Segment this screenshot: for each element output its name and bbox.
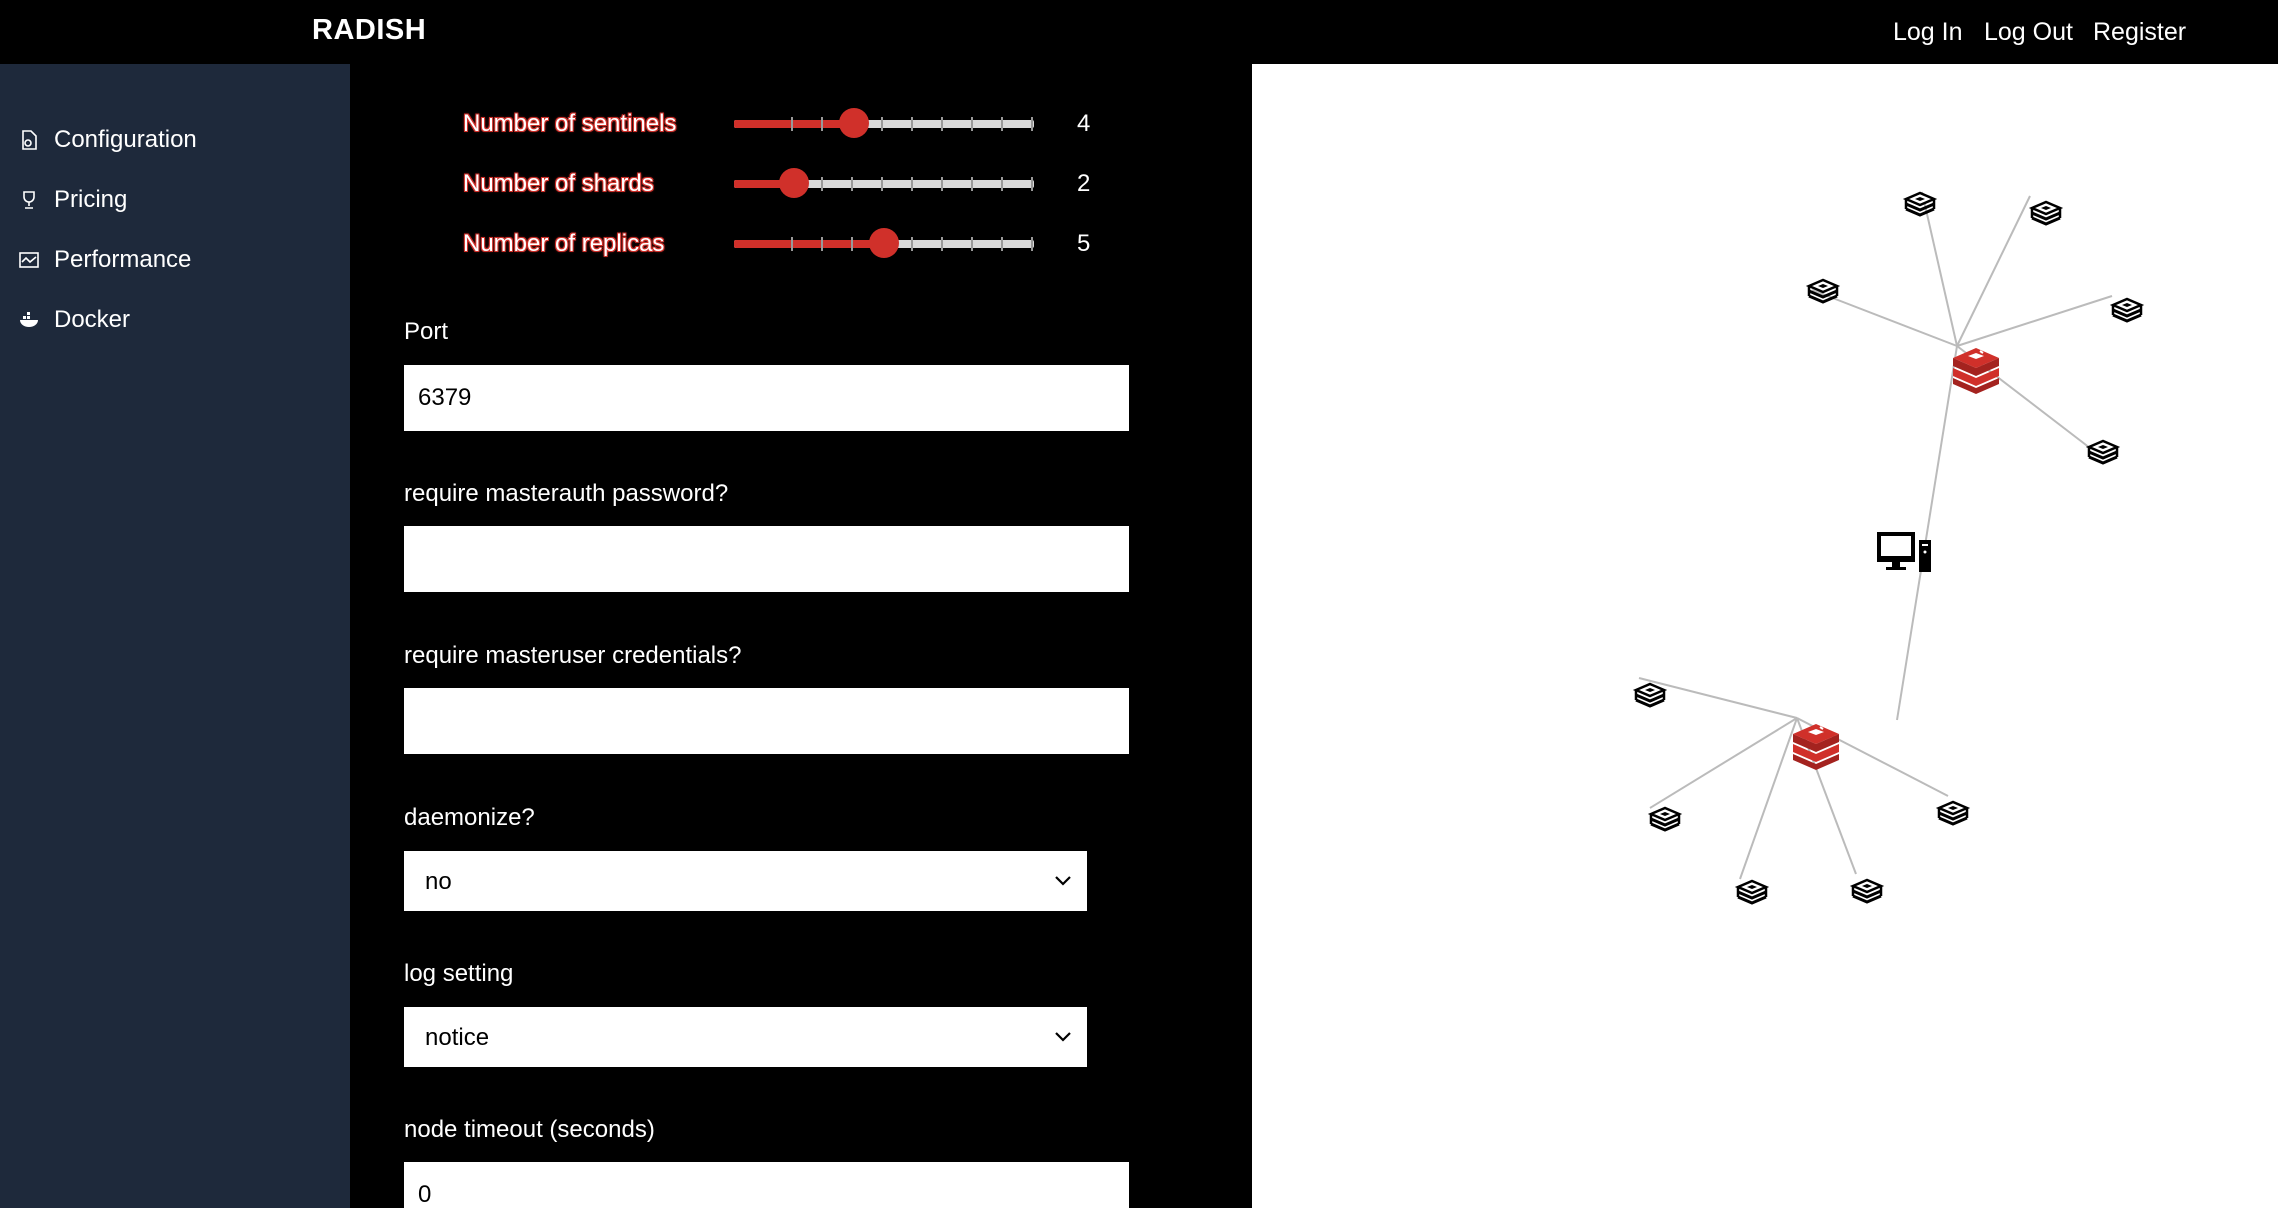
replica-node-icon[interactable]	[1904, 191, 1936, 217]
trophy-icon	[23, 191, 35, 209]
slider-tick	[851, 177, 853, 191]
log-setting-select[interactable]: notice	[404, 1007, 1087, 1067]
logout-link[interactable]: Log Out	[1984, 18, 2073, 47]
replicas-label: Number of replicas	[463, 230, 665, 257]
replica-node-icon[interactable]	[1851, 878, 1883, 904]
shards-label: Number of shards	[463, 170, 654, 197]
register-link[interactable]: Register	[2093, 18, 2186, 47]
sentinels-slider[interactable]	[734, 108, 1034, 138]
slider-tick	[851, 237, 853, 251]
cluster-graph[interactable]	[1252, 64, 2278, 1208]
brand-logo[interactable]: RADISH	[312, 14, 426, 47]
sidebar-item-docker[interactable]: Docker	[18, 300, 130, 340]
slider-tick	[1001, 237, 1003, 251]
slider-tick	[881, 177, 883, 191]
replica-node-icon[interactable]	[1937, 800, 1969, 826]
slider-tick	[791, 117, 793, 131]
slider-tick	[911, 177, 913, 191]
slider-tick	[971, 117, 973, 131]
sidebar-item-label: Performance	[54, 246, 192, 273]
masteruser-input[interactable]	[404, 688, 1129, 754]
slider-thumb[interactable]	[839, 108, 869, 138]
replica-node-icon[interactable]	[2111, 297, 2143, 323]
log-setting-label: log setting	[404, 960, 514, 987]
slider-tick	[941, 177, 943, 191]
port-input[interactable]	[404, 365, 1129, 431]
sidebar-item-label: Configuration	[54, 126, 197, 153]
replicas-value: 5	[1077, 230, 1091, 257]
daemonize-select[interactable]: no	[404, 851, 1087, 911]
shards-value: 2	[1077, 170, 1091, 197]
slider-tick	[1031, 237, 1033, 251]
shards-slider[interactable]	[734, 168, 1034, 198]
slider-tick	[791, 237, 793, 251]
slider-thumb[interactable]	[779, 168, 809, 198]
masterauth-input[interactable]	[404, 526, 1129, 592]
slider-tick	[1031, 117, 1033, 131]
replica-node-icon[interactable]	[2087, 439, 2119, 465]
slider-tick	[941, 237, 943, 251]
slider-tick	[821, 177, 823, 191]
slider-tick	[971, 177, 973, 191]
slider-tick	[1001, 177, 1003, 191]
slider-tick	[1031, 177, 1033, 191]
replicas-slider[interactable]	[734, 228, 1034, 258]
chevron-down-icon	[1055, 1032, 1071, 1042]
slider-tick	[911, 237, 913, 251]
replica-node-icon[interactable]	[1649, 806, 1681, 832]
masteruser-label: require masteruser credentials?	[404, 642, 742, 669]
masterauth-label: require masterauth password?	[404, 480, 729, 507]
slider-tick	[911, 117, 913, 131]
graph-edges	[1638, 191, 2113, 880]
shards-slider-row: Number of shards 2	[463, 162, 1090, 202]
slider-tick	[821, 237, 823, 251]
daemonize-value: no	[425, 868, 452, 895]
replicas-slider-row: Number of replicas 5	[463, 222, 1090, 262]
sentinels-slider-row: Number of sentinels 4	[463, 102, 1090, 142]
node-timeout-input[interactable]	[404, 1162, 1129, 1208]
sidebar: Configuration Pricing Performance Docker	[0, 64, 350, 1208]
sentinels-value: 4	[1077, 110, 1091, 137]
sidebar-item-configuration[interactable]: Configuration	[18, 120, 197, 160]
file-gear-icon	[22, 130, 37, 150]
replica-node-icon[interactable]	[2030, 200, 2062, 226]
replica-node-icon[interactable]	[1736, 879, 1768, 905]
daemonize-label: daemonize?	[404, 804, 535, 831]
node-timeout-label: node timeout (seconds)	[404, 1116, 655, 1143]
slider-tick	[971, 237, 973, 251]
sidebar-item-label: Docker	[54, 306, 131, 333]
sentinels-label: Number of sentinels	[463, 110, 677, 137]
replica-node-icon[interactable]	[1634, 682, 1666, 708]
sidebar-item-label: Pricing	[54, 186, 128, 213]
port-label: Port	[404, 318, 449, 345]
cluster-graph-panel	[1252, 64, 2278, 1208]
sidebar-item-pricing[interactable]: Pricing	[18, 180, 127, 220]
slider-tick	[881, 117, 883, 131]
config-form: Number of sentinels 4 Number of shards 2…	[350, 64, 1252, 1208]
chart-line-icon	[19, 252, 39, 268]
slider-tick	[941, 117, 943, 131]
log-setting-value: notice	[425, 1024, 490, 1051]
login-link[interactable]: Log In	[1893, 18, 1963, 47]
slider-tick	[1001, 117, 1003, 131]
chevron-down-icon	[1055, 876, 1071, 886]
redis-master-icon[interactable]	[1792, 723, 1840, 771]
slider-tick	[821, 117, 823, 131]
docker-whale-icon	[20, 312, 38, 327]
desktop-computer-icon[interactable]	[1877, 532, 1931, 572]
redis-master-icon[interactable]	[1952, 347, 2000, 395]
slider-thumb[interactable]	[869, 228, 899, 258]
top-navbar: RADISH Log In Log Out Register	[0, 0, 2278, 64]
sidebar-item-performance[interactable]: Performance	[18, 240, 191, 280]
